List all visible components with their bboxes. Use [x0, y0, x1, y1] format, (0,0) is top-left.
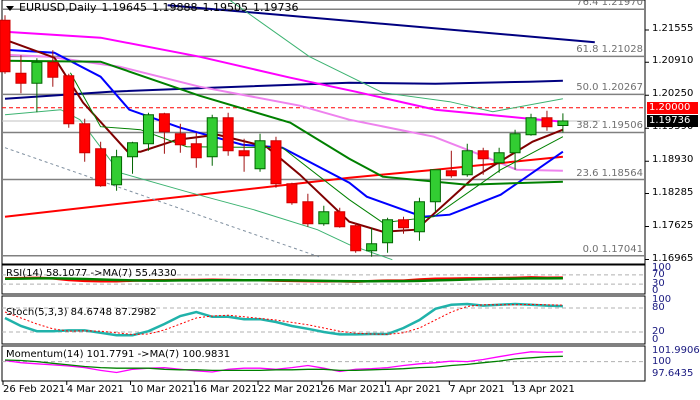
- bullish-candle[interactable]: [509, 133, 521, 154]
- price-axis-label: 1.18285: [652, 186, 694, 198]
- fib-level-label: 50.0 1.20267: [576, 82, 643, 94]
- bearish-candle[interactable]: [334, 211, 346, 228]
- bearish-candle[interactable]: [190, 143, 202, 159]
- indicator-axis-label: 97.6435: [652, 368, 694, 380]
- bearish-candle[interactable]: [63, 75, 75, 125]
- indicator-axis-label: 101.9906: [652, 344, 700, 356]
- alert-price-box: 1.20000: [647, 101, 698, 114]
- bid-price-box: 1.19736: [647, 114, 698, 127]
- price-axis-label: 1.20910: [652, 55, 694, 67]
- bullish-candle[interactable]: [111, 156, 123, 186]
- fib-level-label: 76.4 1.21970: [576, 0, 643, 8]
- date-axis-label: 26 Feb 2021: [3, 384, 66, 395]
- chart-canvas[interactable]: [0, 0, 700, 400]
- bullish-candle[interactable]: [366, 243, 378, 252]
- indicator-axis-label: 0: [652, 334, 659, 345]
- bearish-candle[interactable]: [398, 219, 409, 229]
- fib-level-price: 1.20267: [598, 82, 643, 94]
- bullish-candle[interactable]: [318, 211, 330, 225]
- bearish-candle[interactable]: [477, 150, 489, 160]
- bullish-candle[interactable]: [254, 140, 266, 170]
- bullish-candle[interactable]: [429, 169, 441, 203]
- bullish-candle[interactable]: [142, 114, 154, 145]
- fib-level-label: 38.2 1.19506: [576, 120, 643, 132]
- panel-frame-2: [1, 295, 646, 345]
- bullish-candle[interactable]: [461, 150, 473, 176]
- date-axis-label: 16 Mar 2021: [194, 384, 258, 395]
- bearish-candle[interactable]: [350, 225, 362, 252]
- bearish-candle[interactable]: [238, 150, 250, 157]
- indicator-axis-label: 100: [652, 355, 672, 367]
- fib-level-price: 1.19506: [598, 120, 643, 132]
- price-axis-label: 1.21555: [652, 23, 694, 34]
- bearish-candle[interactable]: [15, 72, 27, 84]
- price-axis-label: 1.17625: [652, 219, 694, 231]
- fib-level-price: 1.17041: [598, 243, 643, 255]
- date-axis-label: 7 Apr 2021: [449, 384, 505, 395]
- dropdown-triangle-icon[interactable]: [6, 5, 14, 11]
- stoch-panel-title: Stoch(5,3,3) 84.6748 87.2982: [6, 307, 157, 318]
- red-ma-line: [4, 155, 564, 218]
- date-axis-label: 13 Apr 2021: [513, 384, 575, 395]
- bullish-candle[interactable]: [127, 142, 139, 158]
- fib-level-label: 23.6 1.18564: [576, 167, 643, 179]
- fib-level-price: 1.21970: [598, 0, 643, 9]
- bullish-candle[interactable]: [525, 117, 537, 136]
- fib-level-label: 0.0 1.17041: [582, 243, 643, 255]
- bullish-candle[interactable]: [382, 219, 394, 244]
- date-axis-label: 1 Apr 2021: [385, 384, 442, 395]
- bearish-candle[interactable]: [174, 133, 186, 146]
- fib-level-price: 1.21028: [598, 44, 643, 56]
- open-value: 1.19645: [101, 1, 147, 14]
- indicator-axis-label: 80: [652, 302, 665, 313]
- navy-ma-line: [4, 79, 563, 100]
- fib-level-price: 1.18564: [598, 167, 643, 179]
- momentum-panel-title: Momentum(14) 101.7791 ->MA(7) 100.9831: [6, 349, 231, 360]
- symbol-label: EURUSD,Daily: [19, 1, 97, 14]
- date-axis-label: 26 Mar 2021: [321, 384, 386, 395]
- date-axis-label: 22 Mar 2021: [258, 384, 322, 395]
- bullish-candle[interactable]: [206, 117, 218, 158]
- fib-level-label: 61.8 1.21028: [576, 44, 643, 56]
- date-axis-label: 10 Mar 2021: [130, 384, 194, 395]
- bearish-candle[interactable]: [47, 61, 59, 78]
- bullish-candle[interactable]: [31, 61, 43, 84]
- bullish-candle[interactable]: [413, 201, 425, 233]
- bearish-candle[interactable]: [302, 201, 314, 225]
- bearish-candle[interactable]: [270, 140, 282, 185]
- trading-chart-window: EURUSD,Daily 1.19645 1.19888 1.19505 1.19736…: [0, 0, 700, 400]
- high-value: 1.19888: [151, 1, 198, 14]
- low-value: 1.19505: [202, 1, 248, 14]
- rsi-panel-title: RSI(14) 58.1077 ->MA(7) 55.4330: [6, 268, 177, 279]
- bearish-candle[interactable]: [445, 170, 457, 177]
- bearish-candle[interactable]: [0, 19, 11, 73]
- close-value: 1.19736: [252, 1, 299, 14]
- price-axis-label: 1.18930: [652, 154, 694, 166]
- chart-header: EURUSD,Daily 1.19645 1.19888 1.19505 1.19736: [6, 1, 303, 14]
- bullish-candle[interactable]: [557, 120, 569, 126]
- bearish-candle[interactable]: [541, 117, 553, 128]
- bearish-candle[interactable]: [79, 123, 91, 154]
- date-axis-label: 4 Mar 2021: [66, 384, 124, 395]
- bullish-candle[interactable]: [493, 152, 505, 164]
- bearish-candle[interactable]: [286, 183, 298, 204]
- bearish-candle[interactable]: [158, 113, 170, 133]
- bearish-candle[interactable]: [95, 148, 107, 187]
- bearish-candle[interactable]: [222, 117, 234, 152]
- price-axis-label: 1.20250: [652, 88, 694, 100]
